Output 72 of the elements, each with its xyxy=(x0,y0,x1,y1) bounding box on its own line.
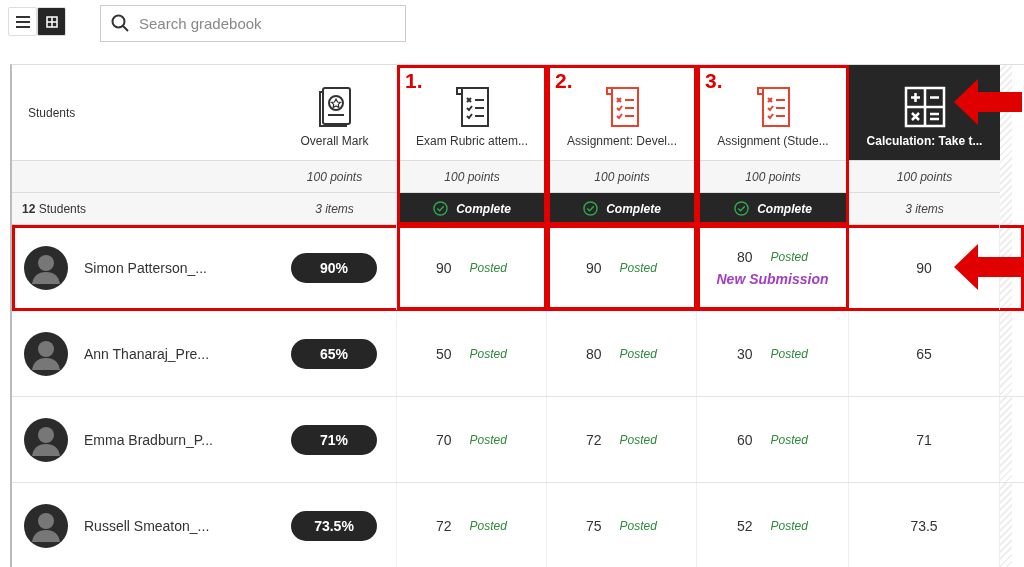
grade-score: 72 xyxy=(586,431,602,448)
grade-score: 72 xyxy=(436,517,452,534)
posted-label: Posted xyxy=(469,346,507,361)
check-circle-icon xyxy=(734,201,750,216)
list-view-button[interactable] xyxy=(8,7,37,36)
calculated-grade: 71 xyxy=(916,431,932,448)
callout-number: 3. xyxy=(705,69,723,93)
posted-label: Posted xyxy=(770,249,808,264)
grade-score: 80 xyxy=(586,345,602,362)
posted-label: Posted xyxy=(770,346,808,361)
grade-score: 75 xyxy=(586,517,602,534)
search-field[interactable]: Search gradebook xyxy=(100,5,406,42)
check-circle-icon xyxy=(433,201,449,216)
overall-grade: 65% xyxy=(291,338,377,369)
posted-label: Posted xyxy=(469,518,507,533)
overall-grade: 73.5% xyxy=(291,510,377,541)
points-label: 100 points xyxy=(896,169,953,184)
posted-label: Posted xyxy=(619,432,657,447)
grade-score: 80 xyxy=(737,248,753,265)
student-count: 12 Students xyxy=(22,201,87,216)
overall-grade: 90% xyxy=(291,252,377,283)
points-label: 100 points xyxy=(594,169,650,184)
grid-icon xyxy=(45,15,58,28)
calculator-icon xyxy=(903,86,946,128)
book-icon xyxy=(317,86,352,128)
posted-label: Posted xyxy=(770,518,808,533)
calculated-grade: 65 xyxy=(916,345,932,362)
calculated-grade: 90 xyxy=(916,259,932,276)
overall-grade: 71% xyxy=(291,424,377,455)
grade-score: 90 xyxy=(586,259,602,276)
search-icon xyxy=(111,14,129,32)
student-name[interactable]: Ann Thanaraj_Pre... xyxy=(84,345,210,362)
item-count: 3 items xyxy=(315,201,354,216)
column-header[interactable]: Assignment: Devel... xyxy=(566,134,677,148)
student-name[interactable]: Emma Bradburn_P... xyxy=(84,431,213,448)
points-label: 100 points xyxy=(444,169,500,184)
points-label: 100 points xyxy=(745,169,801,184)
menu-icon xyxy=(15,15,30,28)
grade-score: 90 xyxy=(436,259,452,276)
posted-label: Posted xyxy=(619,518,657,533)
student-name[interactable]: Russell Smeaton_... xyxy=(84,517,210,534)
posted-label: Posted xyxy=(469,260,507,275)
status-label: Complete xyxy=(456,201,511,216)
posted-label: Posted xyxy=(619,346,657,361)
column-title: Students xyxy=(28,105,76,120)
avatar xyxy=(24,503,68,548)
grade-score: 30 xyxy=(737,345,753,362)
points-label: 100 points xyxy=(306,169,363,184)
posted-label: Posted xyxy=(469,432,507,447)
grade-score: 60 xyxy=(737,431,753,448)
column-header[interactable]: Calculation: Take t... xyxy=(866,134,983,148)
posted-label: Posted xyxy=(770,432,808,447)
check-circle-icon xyxy=(583,201,599,216)
column-header[interactable]: Overall Mark xyxy=(300,134,369,148)
new-submission-label[interactable]: New Submission xyxy=(716,270,829,287)
avatar xyxy=(24,417,68,462)
item-count: 3 items xyxy=(905,201,944,216)
grade-score: 50 xyxy=(436,345,452,362)
avatar xyxy=(24,331,68,376)
avatar xyxy=(24,245,68,290)
posted-label: Posted xyxy=(619,260,657,275)
calculated-grade: 73.5 xyxy=(910,517,938,534)
callout-number: 1. xyxy=(405,69,423,93)
status-label: Complete xyxy=(757,201,812,216)
column-header[interactable]: Exam Rubric attem... xyxy=(416,134,528,148)
student-name[interactable]: Simon Patterson_... xyxy=(84,259,207,276)
grid-view-button[interactable] xyxy=(37,7,66,36)
status-label: Complete xyxy=(606,201,661,216)
column-header[interactable]: Assignment (Stude... xyxy=(717,134,829,148)
grade-score: 70 xyxy=(436,431,452,448)
grade-score: 52 xyxy=(737,517,753,534)
callout-number: 2. xyxy=(555,69,573,93)
